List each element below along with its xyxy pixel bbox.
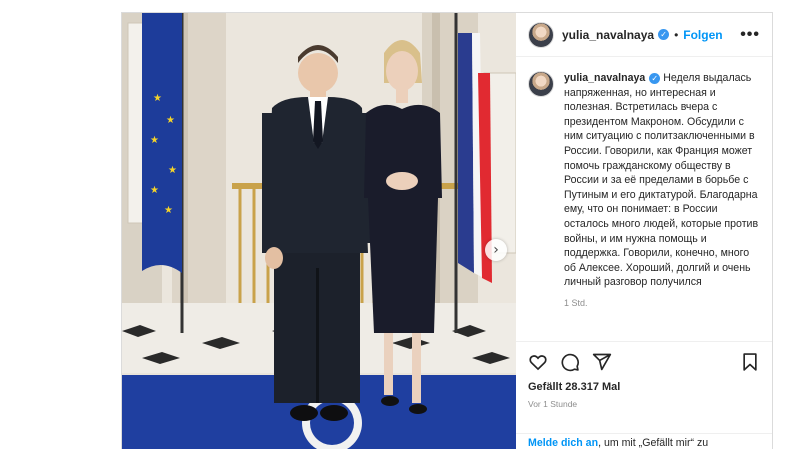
svg-text:★: ★ <box>153 93 162 104</box>
share-icon[interactable] <box>592 352 612 372</box>
heart-icon[interactable] <box>528 352 548 372</box>
caption-avatar[interactable] <box>528 71 554 97</box>
comment-icon[interactable] <box>560 352 580 372</box>
svg-text:★: ★ <box>166 115 175 126</box>
avatar[interactable] <box>528 21 554 48</box>
likes-count[interactable]: Gefällt 28.317 Mal <box>516 381 772 397</box>
post-photo[interactable]: ★ ★ ★ ★ ★ ★ › <box>122 13 516 449</box>
instagram-post: ★ ★ ★ ★ ★ ★ › yulia_navalnaya ✓ • Folgen… <box>121 12 773 449</box>
next-photo-chevron-right-icon[interactable]: › <box>485 239 507 261</box>
more-options-icon[interactable]: ••• <box>740 26 760 44</box>
follow-button[interactable]: Folgen <box>683 28 722 42</box>
separator-dot: • <box>674 27 679 42</box>
svg-text:★: ★ <box>150 135 159 146</box>
caption-text: Неделя выдалась напряженная, но интересн… <box>564 72 759 289</box>
login-prompt: Melde dich an, um mit „Gefällt mir“ zu <box>516 433 772 449</box>
post-header: yulia_navalnaya ✓ • Folgen ••• <box>516 13 772 57</box>
svg-text:★: ★ <box>150 185 159 196</box>
login-link[interactable]: Melde dich an <box>528 437 598 449</box>
post-timestamp: Vor 1 Stunde <box>528 399 578 409</box>
caption-verified-icon: ✓ <box>649 72 661 84</box>
action-bar <box>516 341 772 381</box>
photo-scene: ★ ★ ★ ★ ★ ★ <box>122 13 516 449</box>
svg-text:★: ★ <box>164 205 173 216</box>
verified-icon: ✓ <box>658 29 670 40</box>
svg-text:★: ★ <box>168 165 177 176</box>
login-prompt-text: , um mit „Gefällt mir“ zu <box>598 437 709 449</box>
caption-block: yulia_navalnaya ✓ Неделя выдалась напряже… <box>516 57 772 341</box>
username[interactable]: yulia_navalnaya <box>562 28 654 42</box>
caption-text-wrap: yulia_navalnaya ✓ Неделя выдалась напряже… <box>564 71 760 311</box>
caption-username[interactable]: yulia_navalnaya <box>564 72 645 84</box>
caption-timestamp: 1 Std. <box>564 297 588 308</box>
post-sidebar: yulia_navalnaya ✓ • Folgen ••• yulia_nav… <box>516 13 772 449</box>
bookmark-icon[interactable] <box>740 352 760 372</box>
